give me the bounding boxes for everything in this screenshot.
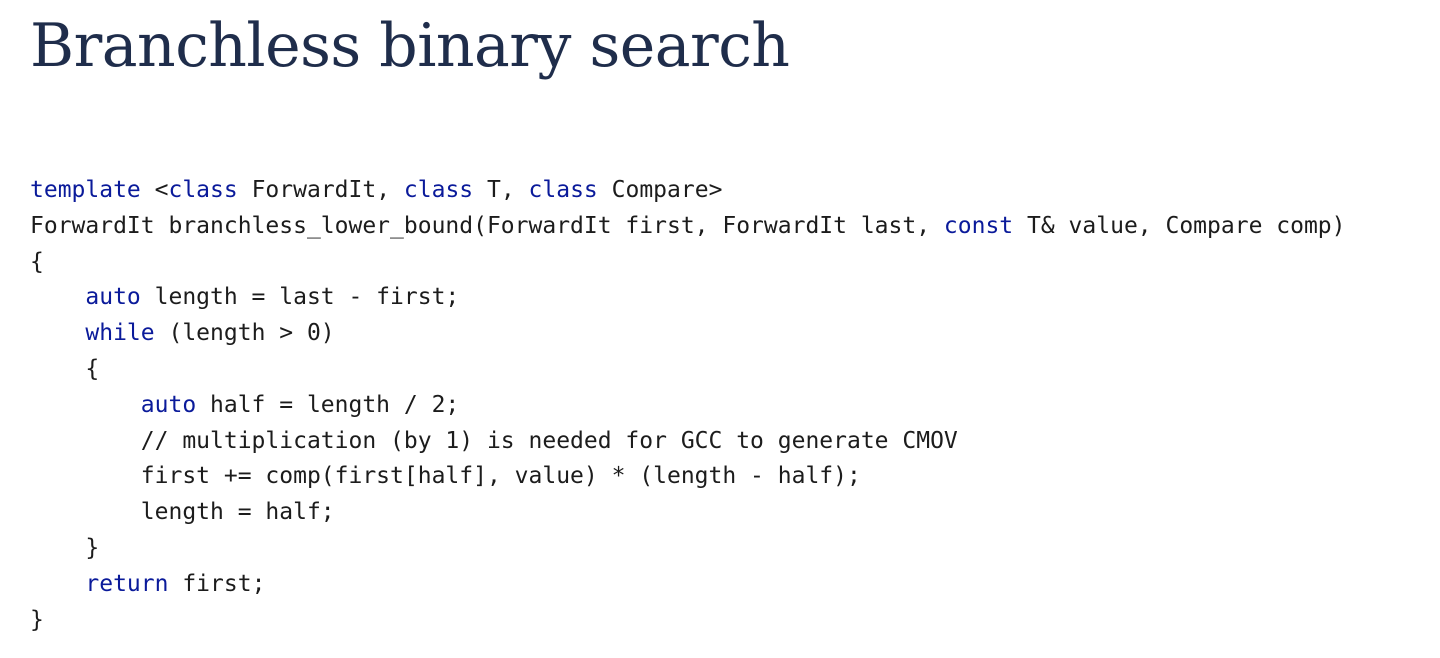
page-title: Branchless binary search [30, 11, 790, 81]
code-text: T, [473, 177, 529, 203]
code-block: template <class ForwardIt, class T, clas… [30, 173, 1346, 638]
code-line: { [30, 245, 1346, 281]
code-keyword: while [85, 320, 155, 347]
code-text: < [140, 177, 169, 203]
code-line: } [30, 531, 1346, 567]
code-line: auto half = length / 2; [30, 388, 1346, 424]
code-keyword: template [30, 177, 141, 203]
code-text: length = last - first; [140, 284, 460, 311]
code-text: { [30, 248, 44, 275]
code-text: Compare> [597, 177, 723, 203]
code-keyword: auto [140, 391, 197, 418]
code-text: } [30, 534, 100, 561]
code-keyword: class [168, 177, 238, 203]
code-keyword: class [528, 177, 598, 203]
code-keyword: class [403, 177, 474, 203]
code-line: ForwardIt branchless_lower_bound(Forward… [30, 209, 1346, 245]
code-line: // multiplication (by 1) is needed for G… [30, 424, 1346, 460]
code-text: length = half; [30, 499, 335, 526]
code-line: return first; [30, 567, 1346, 603]
code-line: { [30, 352, 1346, 388]
code-text: { [30, 355, 100, 382]
code-keyword: return [85, 570, 169, 597]
code-text: half = length / 2; [196, 391, 460, 418]
code-text: ForwardIt, [237, 177, 404, 203]
code-text: ForwardIt branchless_lower_bound(Forward… [30, 212, 944, 239]
code-keyword: const [943, 212, 1014, 239]
code-text: first; [168, 570, 266, 597]
code-line: first += comp(first[half], value) * (len… [30, 459, 1346, 495]
code-text: first += comp(first[half], value) * (len… [30, 463, 861, 490]
code-line: } [30, 603, 1346, 639]
code-line: length = half; [30, 495, 1346, 531]
code-text: // multiplication (by 1) is needed for G… [30, 427, 958, 454]
code-text: (length > 0) [154, 320, 335, 347]
code-line: template <class ForwardIt, class T, clas… [30, 173, 1346, 209]
code-line: auto length = last - first; [30, 280, 1346, 316]
code-line: while (length > 0) [30, 316, 1346, 352]
code-keyword: auto [85, 284, 141, 311]
code-text: T& value, Compare comp) [1013, 212, 1346, 239]
code-text: } [30, 606, 44, 633]
